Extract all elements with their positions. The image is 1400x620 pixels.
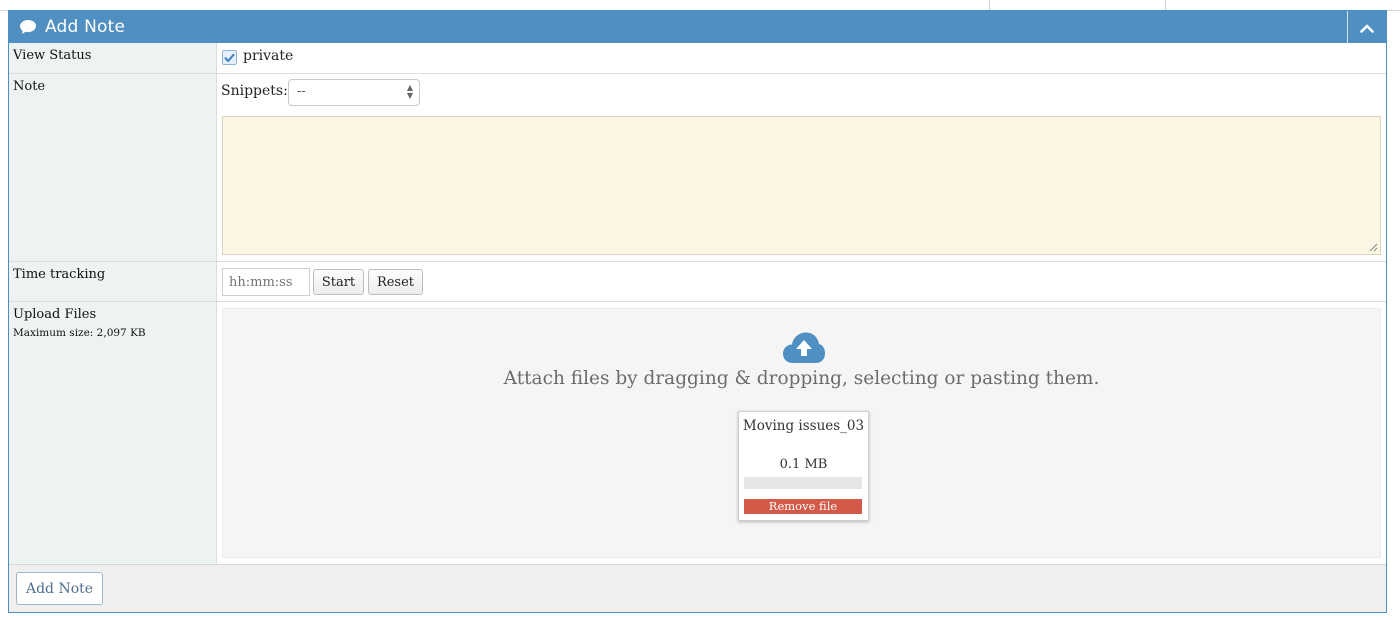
upload-label-cell: Upload Files Maximum size: 2,097 KB — [9, 302, 217, 564]
tab-separator — [989, 0, 990, 10]
time-tracking-value: Start Reset — [217, 262, 1386, 301]
view-status-value: private — [217, 43, 1386, 73]
view-status-label: View Status — [9, 43, 217, 73]
reset-button[interactable]: Reset — [368, 269, 423, 295]
note-value: Snippets: -- ▲ ▼ — [217, 74, 1386, 261]
file-dropzone[interactable]: Attach files by dragging & dropping, sel… — [222, 308, 1381, 558]
remove-file-button[interactable]: Remove file — [744, 499, 862, 514]
start-button[interactable]: Start — [313, 269, 364, 295]
snippets-label: Snippets: — [221, 83, 288, 99]
note-label: Note — [9, 74, 217, 261]
chevron-up-icon — [1360, 18, 1374, 37]
upload-label: Upload Files — [13, 307, 97, 322]
time-tracking-row: Time tracking Start Reset — [9, 262, 1386, 302]
view-status-row: View Status private — [9, 43, 1386, 74]
snippets-select[interactable]: -- ▲ ▼ — [288, 79, 420, 106]
add-note-panel: Add Note View Status private Note Snippe… — [8, 10, 1387, 613]
select-arrows-icon: ▲ ▼ — [406, 83, 413, 100]
file-size: 0.1 MB — [779, 457, 828, 472]
resize-grip-icon[interactable] — [1368, 242, 1378, 252]
note-textarea[interactable] — [222, 116, 1381, 255]
private-checkbox[interactable] — [222, 50, 237, 65]
time-tracking-label: Time tracking — [9, 262, 217, 301]
dropzone-text: Attach files by dragging & dropping, sel… — [503, 368, 1100, 389]
cloud-upload-icon — [783, 332, 825, 363]
private-label[interactable]: private — [243, 48, 293, 64]
panel-header: Add Note — [9, 11, 1386, 43]
tab-separator — [1165, 0, 1166, 10]
panel-footer: Add Note — [9, 564, 1386, 612]
upload-progress-bar — [744, 477, 862, 489]
add-note-submit-button[interactable]: Add Note — [16, 572, 103, 605]
time-input[interactable] — [222, 268, 310, 296]
note-row: Note Snippets: -- ▲ ▼ — [9, 74, 1386, 262]
snippets-selected-value: -- — [297, 84, 306, 99]
collapse-button[interactable] — [1347, 11, 1386, 43]
upload-row: Upload Files Maximum size: 2,097 KB Atta… — [9, 302, 1386, 564]
upload-value: Attach files by dragging & dropping, sel… — [217, 302, 1386, 564]
checkmark-icon — [224, 53, 235, 62]
comment-icon — [19, 18, 37, 36]
panel-title: Add Note — [45, 17, 126, 37]
file-name: Moving issues_03 — [742, 418, 865, 434]
file-preview-card: Moving issues_03 0.1 MB Remove file — [738, 411, 869, 521]
max-size-label: Maximum size: 2,097 KB — [13, 327, 146, 339]
